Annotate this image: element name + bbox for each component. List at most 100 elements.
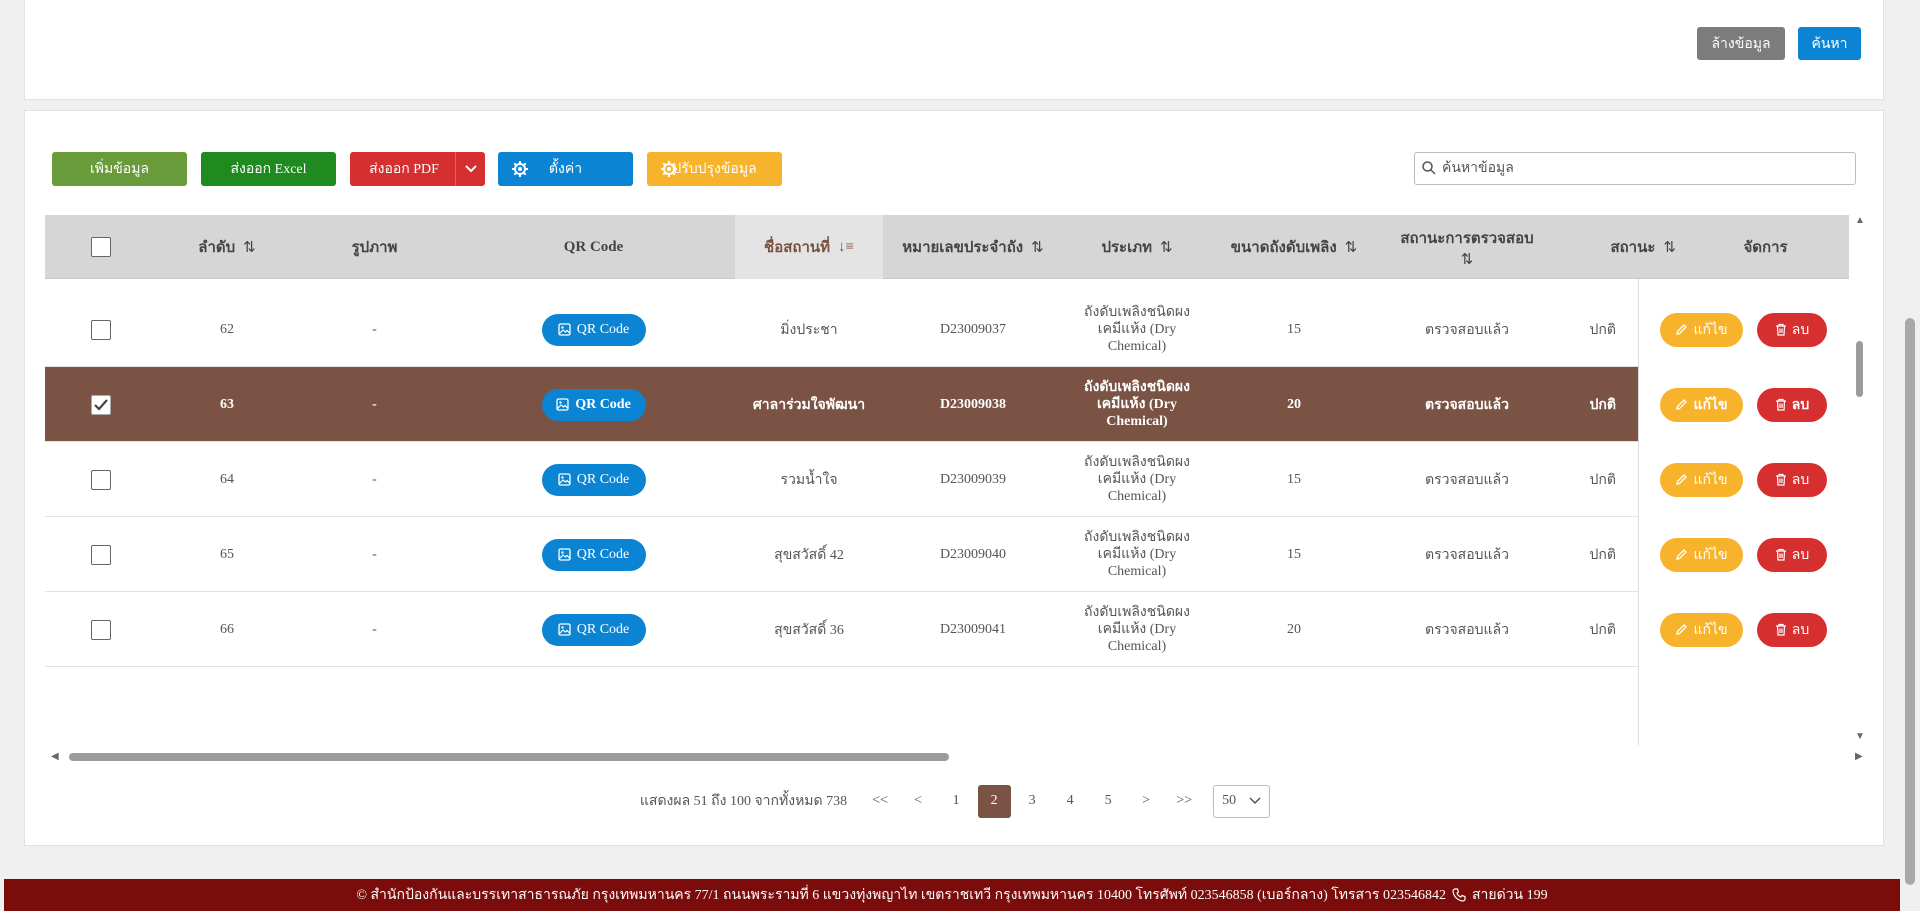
qr-code-button[interactable]: QR Code (541, 538, 646, 571)
cell-inspect: ตรวจสอบแล้ว (1425, 472, 1509, 488)
cell-type-line: เคมีแห้ง (Dry (1097, 397, 1177, 412)
column-tank-no[interactable]: หมายเลขประจำถัง ⇅ (883, 215, 1063, 279)
delete-button[interactable]: ลบ (1757, 312, 1827, 347)
footer: © สำนักป้องกันและบรรเทาสาธารณภัย กรุงเทพ… (4, 879, 1900, 911)
table-row[interactable]: 66 - QR Code สุขสวัสดิ์ 36 D23009041 ถังดับเพ… (45, 592, 1849, 667)
cell-type: ถังดับเพลิงชนิดผง เคมีแห้ง (Dry Chemical) (1063, 517, 1211, 592)
table-vertical-scrollbar[interactable]: ▲ ▼ (1852, 215, 1868, 745)
column-inspect[interactable]: สถานะการตรวจสอบ ⇅ (1377, 215, 1557, 279)
next-page-button[interactable]: > (1130, 785, 1163, 818)
scroll-left-icon[interactable]: ◀ (51, 751, 59, 762)
cell-type-line: ถังดับเพลิงชนิดผง (1084, 455, 1190, 470)
row-checkbox-cell (45, 517, 157, 592)
page-button-3[interactable]: 3 (1016, 785, 1049, 818)
qr-code-button[interactable]: QR Code (541, 388, 646, 421)
table-horizontal-scrollbar[interactable]: ◀ ▶ (45, 749, 1865, 765)
footer-hotline: สายด่วน 199 (1471, 888, 1548, 903)
qr-code-button[interactable]: QR Code (541, 613, 646, 646)
gear-icon (512, 161, 528, 177)
edit-button[interactable]: แก้ไข (1660, 312, 1743, 347)
cell-status: ปกติ (1589, 547, 1616, 563)
row-checkbox[interactable] (91, 619, 111, 640)
scroll-up-icon[interactable]: ▲ (1855, 215, 1865, 226)
edit-button[interactable]: แก้ไข (1660, 462, 1743, 497)
horizontal-scroll-thumb[interactable] (69, 753, 949, 761)
edit-button[interactable]: แก้ไข (1660, 387, 1743, 422)
row-checkbox[interactable] (91, 319, 111, 340)
cell-place: มิ่งประชา (780, 322, 838, 338)
cell-inspect: ตรวจสอบแล้ว (1425, 397, 1509, 413)
row-checkbox-cell (45, 367, 157, 442)
table-header: ลำดับ ⇅ รูปภาพ QR Code ชื่อสถานที่ ↓≡ หมาย… (45, 215, 1849, 279)
settings-button[interactable]: ตั้งค่า (498, 152, 633, 186)
delete-button[interactable]: ลบ (1757, 387, 1827, 422)
cell-type-line: ถังดับเพลิงชนิดผง (1084, 530, 1190, 545)
table-search-input[interactable] (1442, 153, 1847, 184)
update-data-button[interactable]: ปรับปรุงข้อมูล (647, 152, 782, 186)
vertical-scroll-thumb[interactable] (1856, 341, 1863, 397)
search-button[interactable]: ค้นหา (1798, 27, 1861, 60)
table-row[interactable]: 64 - QR Code รวมน้ำใจ D23009039 ถังดับเพลิงชน… (45, 442, 1849, 517)
cell-size: 15 (1287, 546, 1301, 562)
prev-page-button[interactable]: < (902, 785, 935, 818)
scroll-right-icon[interactable]: ▶ (1855, 751, 1863, 762)
select-all-checkbox[interactable] (91, 237, 111, 257)
cell-type-line: เคมีแห้ง (Dry (1097, 322, 1177, 337)
column-type-label: ประเภท (1101, 240, 1152, 256)
edit-button[interactable]: แก้ไข (1660, 537, 1743, 572)
table-row[interactable]: 63 - QR Code ศาลาร่วมใจพัฒนา D23009038 ถังดับ… (45, 367, 1849, 442)
page-scrollbar[interactable] (1900, 0, 1920, 911)
scroll-down-icon[interactable]: ▼ (1855, 731, 1865, 742)
table-row[interactable]: 62 - QR Code มิ่งประชา D23009037 ถังดับเพลิงช… (45, 292, 1849, 367)
row-checkbox[interactable] (91, 469, 111, 490)
row-checkbox[interactable] (91, 544, 111, 565)
export-excel-button[interactable]: ส่งออก Excel (201, 152, 336, 186)
delete-label: ลบ (1791, 397, 1810, 413)
page-button-5[interactable]: 5 (1092, 785, 1125, 818)
cell-image: - (372, 471, 377, 487)
last-page-button[interactable]: >> (1168, 785, 1201, 818)
page-scroll-thumb[interactable] (1905, 318, 1915, 885)
settings-label: ตั้งค่า (548, 162, 583, 177)
pencil-icon (1676, 324, 1688, 335)
page-button-4[interactable]: 4 (1054, 785, 1087, 818)
export-pdf-label: ส่งออก PDF (369, 162, 439, 177)
per-page-select[interactable]: 50 (1213, 784, 1271, 818)
edit-button[interactable]: แก้ไข (1660, 612, 1743, 647)
delete-label: ลบ (1791, 622, 1810, 638)
export-pdf-button[interactable]: ส่งออก PDF (350, 152, 485, 186)
column-type[interactable]: ประเภท ⇅ (1063, 215, 1211, 279)
column-order[interactable]: ลำดับ ⇅ (157, 215, 297, 279)
column-status[interactable]: สถานะ ⇅ (1557, 215, 1682, 279)
qr-code-button[interactable]: QR Code (541, 463, 646, 496)
clear-button[interactable]: ล้างข้อมูล (1697, 27, 1785, 60)
cell-type-line: ถังดับเพลิงชนิดผง (1084, 380, 1190, 395)
cell-type-line: Chemical) (1107, 339, 1167, 354)
cell-size: 20 (1287, 396, 1301, 412)
first-page-button[interactable]: << (864, 785, 897, 818)
chevron-down-icon[interactable] (455, 152, 485, 186)
table-row[interactable]: 65 - QR Code สุขสวัสดิ์ 42 D23009040 ถังดับเพ… (45, 517, 1849, 592)
delete-button[interactable]: ลบ (1757, 537, 1827, 572)
page-button-1[interactable]: 1 (940, 785, 973, 818)
cell-tank-no: D23009039 (939, 471, 1007, 487)
qr-code-label: QR Code (576, 471, 630, 487)
cell-tank-no: D23009038 (939, 396, 1007, 412)
cell-status: ปกติ (1589, 472, 1616, 488)
column-place[interactable]: ชื่อสถานที่ ↓≡ (735, 215, 883, 279)
qr-code-button[interactable]: QR Code (541, 313, 646, 346)
delete-button[interactable]: ลบ (1757, 612, 1827, 647)
delete-button[interactable]: ลบ (1757, 462, 1827, 497)
sort-desc-icon: ↓≡ (838, 238, 854, 255)
cell-inspect: ตรวจสอบแล้ว (1425, 547, 1509, 563)
image-icon (558, 548, 571, 561)
cell-qr: QR Code (452, 367, 735, 442)
column-size[interactable]: ขนาดถังดับเพลิง ⇅ (1211, 215, 1377, 279)
cell-type: ถังดับเพลิงชนิดผง เคมีแห้ง (Dry Chemical) (1063, 592, 1211, 667)
row-checkbox-cell (45, 592, 157, 667)
add-data-button[interactable]: เพิ่มข้อมูล (52, 152, 187, 186)
page-button-2[interactable]: 2 (977, 784, 1011, 818)
pencil-icon (1676, 624, 1688, 635)
column-order-label: ลำดับ (198, 240, 236, 256)
row-checkbox[interactable] (91, 394, 111, 415)
